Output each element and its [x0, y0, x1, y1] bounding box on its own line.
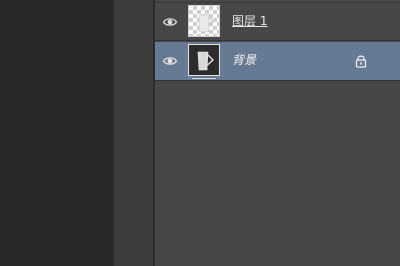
eye-icon[interactable] — [162, 14, 178, 30]
panel-divider — [114, 0, 154, 266]
layer-name[interactable]: 图层 1 — [232, 13, 267, 29]
layer-row-background[interactable]: 背景 — [155, 42, 400, 81]
thumbnail-selection-underline — [192, 78, 216, 79]
lock-icon[interactable] — [355, 54, 367, 68]
layer-row-layer1[interactable]: 图层 1 — [155, 2, 400, 41]
layer-thumbnail[interactable] — [188, 44, 220, 76]
canvas-area — [0, 0, 114, 266]
cup-thumbnail-icon — [198, 14, 213, 33]
layers-panel: 图层 1 背景 — [155, 0, 400, 266]
layer-thumbnail[interactable] — [188, 5, 220, 37]
eye-icon[interactable] — [162, 53, 178, 69]
cup-thumbnail-icon — [197, 51, 214, 71]
layer-name[interactable]: 背景 — [232, 52, 256, 68]
